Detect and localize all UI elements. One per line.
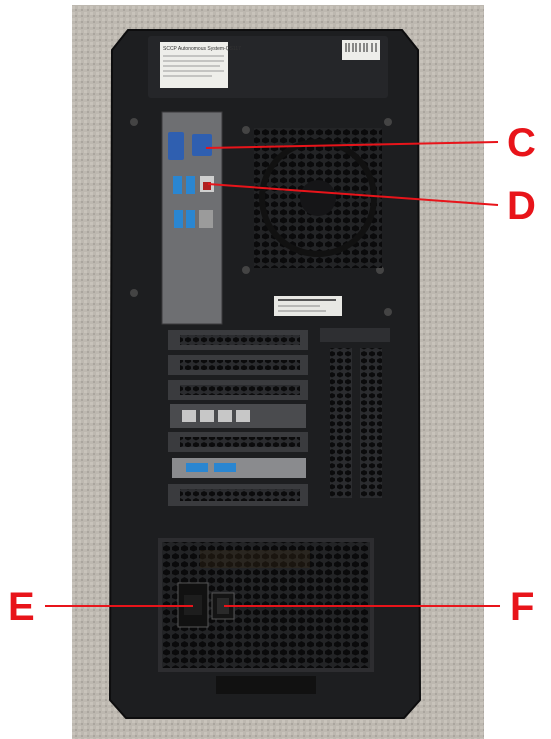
usb-port-blue-1 bbox=[173, 176, 182, 194]
callout-e: E bbox=[8, 585, 35, 629]
usb-port-blue-3 bbox=[174, 210, 183, 228]
spec-label-title: SCCP Autonomous System-QS117 bbox=[163, 46, 241, 52]
barcode-sticker bbox=[342, 40, 380, 60]
usb-port-blue-4 bbox=[186, 210, 195, 228]
vertical-slot-bracket bbox=[320, 328, 390, 342]
case-foot bbox=[216, 676, 316, 694]
callout-f: F bbox=[510, 585, 535, 629]
vga-port bbox=[168, 132, 184, 160]
ethernet-port-2 bbox=[199, 210, 213, 228]
psu-top-vents bbox=[200, 550, 310, 568]
callout-c: C bbox=[507, 121, 536, 165]
serial-port bbox=[192, 134, 212, 156]
callout-d: D bbox=[507, 184, 536, 228]
usb-port-blue-2 bbox=[186, 176, 195, 194]
pc-rear-photo: SCCP Autonomous System-QS117 bbox=[45, 5, 500, 739]
